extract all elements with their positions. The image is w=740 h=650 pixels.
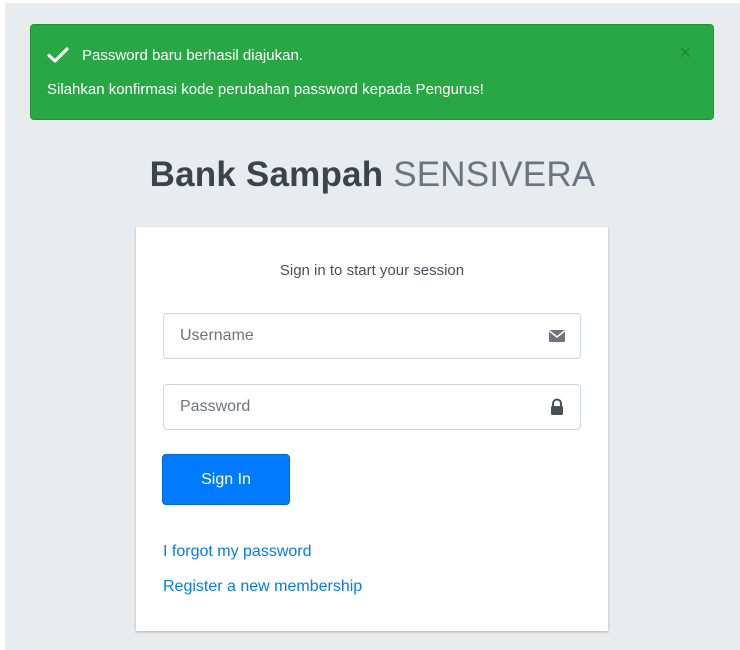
login-card: Sign in to start your session Sign In I … (136, 227, 608, 631)
login-logo: Bank Sampah SENSIVERA (5, 155, 740, 195)
envelope-icon (549, 330, 565, 342)
password-input[interactable] (164, 385, 550, 429)
login-page: Password baru berhasil diajukan. Silahka… (5, 3, 740, 650)
alert-message: Silahkan konfirmasi kode perubahan passw… (47, 81, 484, 98)
success-alert: Password baru berhasil diajukan. Silahka… (30, 24, 714, 120)
login-box-message: Sign in to start your session (279, 262, 465, 279)
brand-name-bold: Bank Sampah (149, 155, 384, 194)
check-icon (47, 47, 69, 63)
username-input[interactable] (164, 314, 550, 358)
forgot-password-link[interactable]: I forgot my password (163, 543, 312, 561)
alert-title: Password baru berhasil diajukan. (82, 46, 303, 64)
alert-line-1: Password baru berhasil diajukan. (47, 46, 303, 64)
register-link[interactable]: Register a new membership (163, 578, 362, 596)
brand-name-light: SENSIVERA (393, 155, 596, 194)
close-icon[interactable]: × (679, 43, 691, 63)
password-input-group (163, 384, 581, 430)
lock-icon (551, 398, 563, 415)
signin-button[interactable]: Sign In (162, 454, 290, 505)
username-input-group (163, 313, 581, 359)
